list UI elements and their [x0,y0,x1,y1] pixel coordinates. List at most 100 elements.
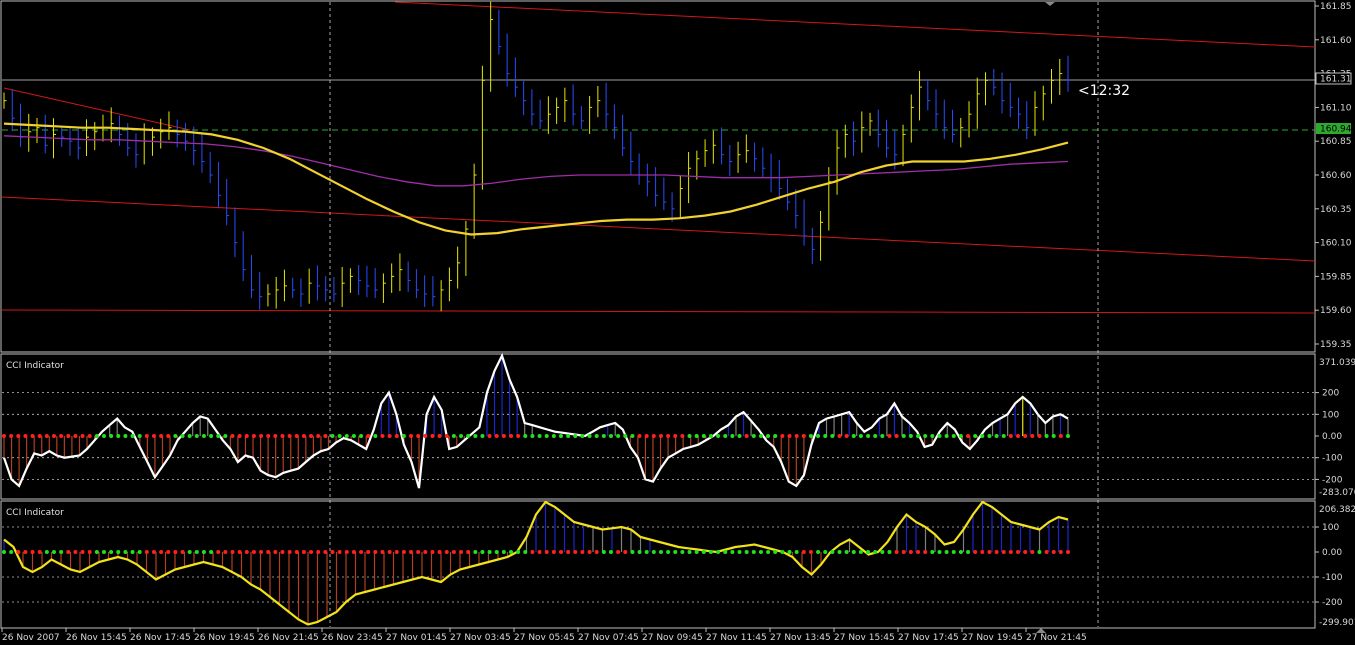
cci2-zero-dot [766,550,771,554]
cci2-zero-dot [109,550,114,554]
cci2-zero-dot [337,550,342,554]
cci2-max-label: 206.3826 [1319,505,1355,515]
time-tick-label: 26 Nov 23:45 [322,633,383,643]
cci2-zero-dot [1001,550,1006,554]
price-tick-label: 160.35 [1320,205,1352,215]
cci2-zero-dot [259,550,264,554]
cci2-zero-dot [951,550,956,554]
cci2-zero-dot [544,550,549,554]
cci2-zero-dot [80,550,85,554]
cci1-zero-dot [894,434,899,438]
cci1-zero-dot [173,434,178,438]
time-tick-label: 27 Nov 07:45 [578,633,639,643]
cci1-zero-dot [494,434,499,438]
cci1-zero-dot [16,434,21,438]
cci1-zero-dot [1044,434,1049,438]
cci2-zero-dot [201,550,206,554]
chart-background [0,0,1355,645]
cci1-zero-dot [44,434,49,438]
cci1-zero-dot [287,434,292,438]
cci1-zero-dot [751,434,756,438]
cci2-zero-dot [316,550,321,554]
cci2-zero-dot [923,550,928,554]
cci1-zero-dot [480,434,485,438]
cci1-zero-dot [966,434,971,438]
cci2-zero-dot [116,550,121,554]
cci2-zero-dot [459,550,464,554]
cci1-zero-dot [401,434,406,438]
cci1-zero-dot [1037,434,1042,438]
cci1-zero-dot [551,434,556,438]
cci2-zero-dot [830,550,835,554]
cci1-zero-dot [294,434,299,438]
cci2-zero-dot [794,550,799,554]
cci1-zero-dot [430,434,435,438]
cci1-zero-dot [101,434,106,438]
cci2-zero-dot [744,550,749,554]
cci1-zero-dot [159,434,164,438]
cci2-zero-dot [416,550,421,554]
cci2-zero-dot [594,550,599,554]
cci2-zero-dot [901,550,906,554]
cci2-zero-dot [251,550,256,554]
cci2-zero-dot [123,550,128,554]
cci1-zero-dot [516,434,521,438]
price-tick-label: 161.85 [1320,2,1352,12]
cci1-zero-dot [580,434,585,438]
cci1-zero-dot [509,434,514,438]
cci2-zero-dot [216,550,221,554]
cci1-zero-dot [166,434,171,438]
cci2-zero-dot [808,550,813,554]
cci2-zero-dot [573,550,578,554]
cci1-zero-dot [9,434,14,438]
cci1-zero-dot [2,434,6,438]
cci2-zero-dot [558,550,563,554]
cci2-zero-dot [130,550,135,554]
cci2-zero-dot [1023,550,1028,554]
price-tick-label: 160.10 [1320,239,1352,249]
cci2-zero-dot [866,550,871,554]
cci1-zero-dot [908,434,913,438]
cci1-zero-dot [230,434,235,438]
cci2-zero-dot [280,550,285,554]
cci1-zero-dot [766,434,771,438]
cci2-zero-dot [1037,550,1042,554]
cci2-zero-dot [430,550,435,554]
time-tick-label: 27 Nov 15:45 [834,633,895,643]
cci1-zero-dot [80,434,85,438]
cci2-zero-dot [908,550,913,554]
cci2-zero-dot [301,550,306,554]
cci2-zero-dot [344,550,349,554]
cci1-zero-dot [394,434,399,438]
cci1-zero-dot [337,434,342,438]
cci1-zero-dot [780,434,785,438]
cci2-zero-dot [937,550,942,554]
cci1-zero-dot [416,434,421,438]
cci2-zero-dot [137,550,142,554]
cci1-zero-dot [344,434,349,438]
cci1-zero-dot [151,434,156,438]
cci2-zero-dot [166,550,171,554]
cci1-zero-dot [273,434,278,438]
cci2-zero-dot [673,550,678,554]
cci1-zero-dot [323,434,328,438]
cci2-zero-dot [423,550,428,554]
cci1-zero-dot [280,434,285,438]
cci1-zero-dot [837,434,842,438]
cci1-zero-dot [601,434,606,438]
price-tick-label: 159.85 [1320,272,1352,282]
cci2-zero-dot [823,550,828,554]
cci2-zero-dot [101,550,106,554]
cci2-zero-dot [366,550,371,554]
cci1-zero-dot [816,434,821,438]
cci1-zero-dot [473,434,478,438]
cci2-zero-dot [51,550,56,554]
cci1-zero-dot [451,434,456,438]
cci1-zero-dot [944,434,949,438]
chart-canvas: 161.85161.60161.35161.10160.85160.60160.… [0,0,1355,645]
cci2-zero-dot [880,550,885,554]
current-price-label: 161.31 [1320,75,1352,85]
cci2-zero-dot [694,550,699,554]
cci2-zero-dot [1044,550,1049,554]
cci1-zero-dot [994,434,999,438]
